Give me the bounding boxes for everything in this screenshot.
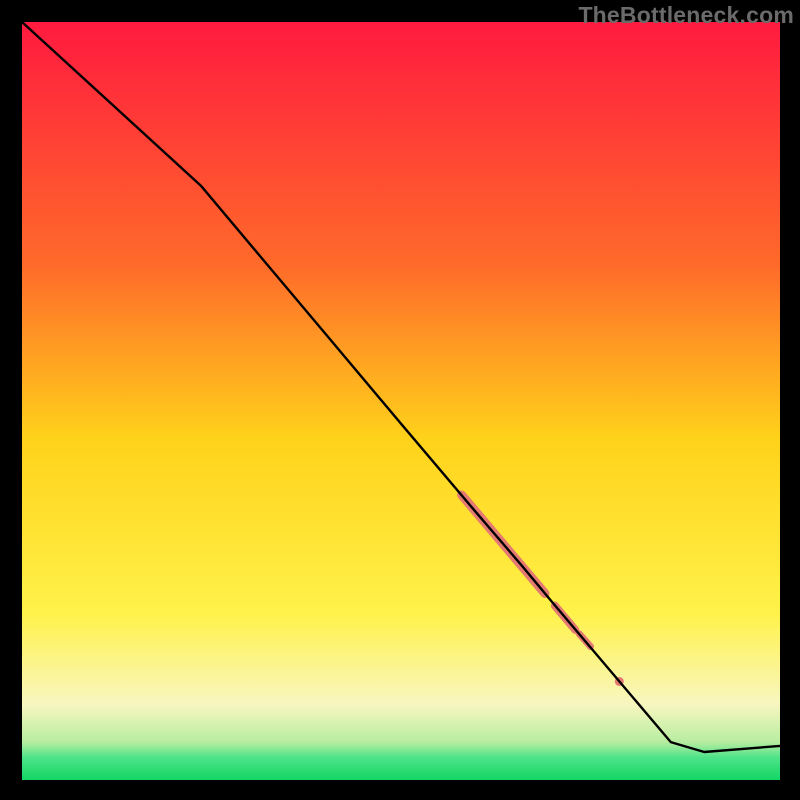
- plot-area: [22, 22, 780, 780]
- chart-stage: TheBottleneck.com: [0, 0, 800, 800]
- watermark-label: TheBottleneck.com: [578, 2, 794, 29]
- chart-overlay: [22, 22, 780, 780]
- bottleneck-curve: [22, 22, 780, 752]
